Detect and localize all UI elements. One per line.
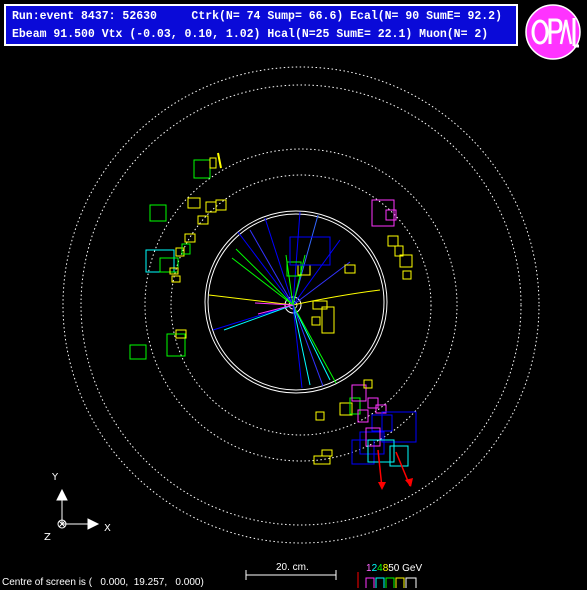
energy-key-50: 50 GeV xyxy=(388,563,423,574)
calorimeter-upper-right xyxy=(344,199,413,280)
energy-key: 124850 GeV xyxy=(366,563,422,574)
track xyxy=(212,304,294,331)
energy-key-markers xyxy=(357,572,417,588)
axes-icon xyxy=(56,488,100,530)
scale-label: 20. cm. xyxy=(276,562,309,573)
event-info-line-2: Ebeam 91.500 Vtx (-0.03, 0.10, 1.02) Hca… xyxy=(12,28,489,41)
calorimeter-lower-right xyxy=(313,379,417,490)
track xyxy=(223,304,294,331)
event-display xyxy=(56,66,540,588)
centre-of-screen-text: Centre of screen is ( 0.000, 19.257, 0.0… xyxy=(2,577,204,588)
track xyxy=(292,239,341,306)
event-info-line-1: Run:event 8437: 52630 Ctrk(N= 74 Sump= 6… xyxy=(12,10,502,23)
axis-z-label: Z xyxy=(44,532,51,543)
track xyxy=(257,304,294,315)
track xyxy=(292,304,331,381)
track xyxy=(292,289,381,306)
opal-logo xyxy=(525,4,581,60)
event-info-banner: Run:event 8437: 52630 Ctrk(N= 74 Sump= 6… xyxy=(4,4,518,46)
track xyxy=(208,294,294,306)
axis-x-label: X xyxy=(104,523,111,534)
axis-y-label: Y xyxy=(52,472,59,483)
calorimeter-left xyxy=(129,329,187,360)
